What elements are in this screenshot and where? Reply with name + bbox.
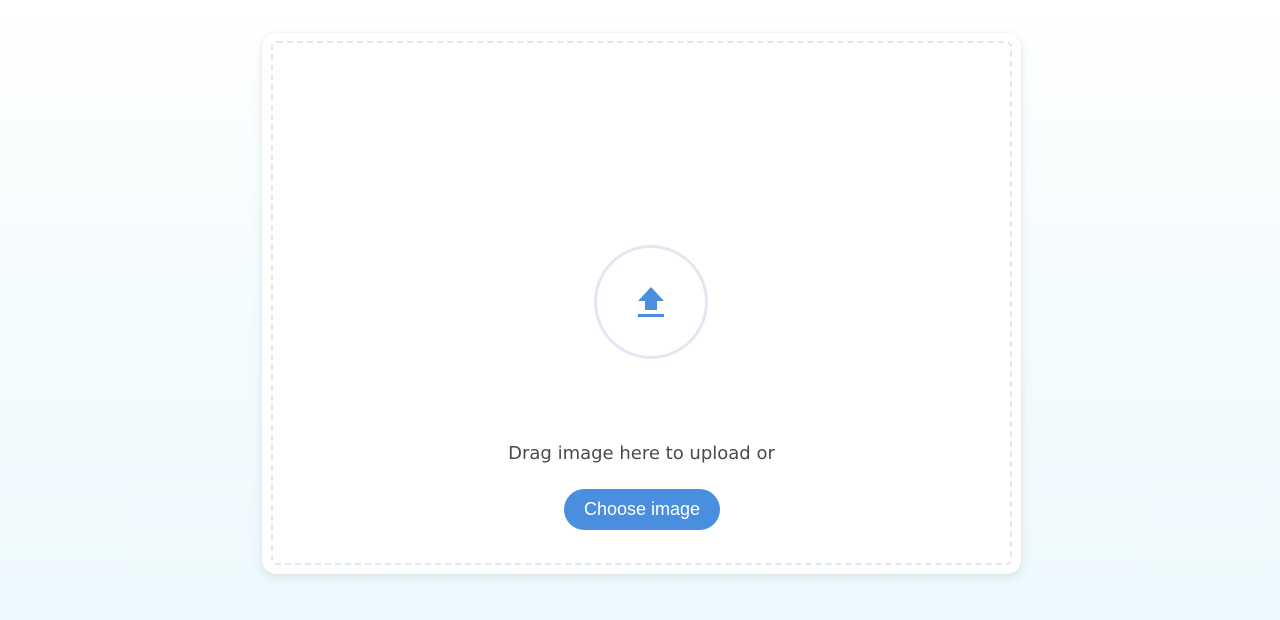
upload-arrow-icon	[638, 287, 664, 317]
upload-card: Drag image here to upload or Choose imag…	[262, 33, 1021, 574]
upload-icon-circle	[594, 245, 708, 359]
drag-instruction-text: Drag image here to upload or	[508, 443, 775, 464]
choose-image-button[interactable]: Choose image	[564, 489, 720, 530]
image-dropzone[interactable]: Drag image here to upload or Choose imag…	[271, 41, 1012, 565]
